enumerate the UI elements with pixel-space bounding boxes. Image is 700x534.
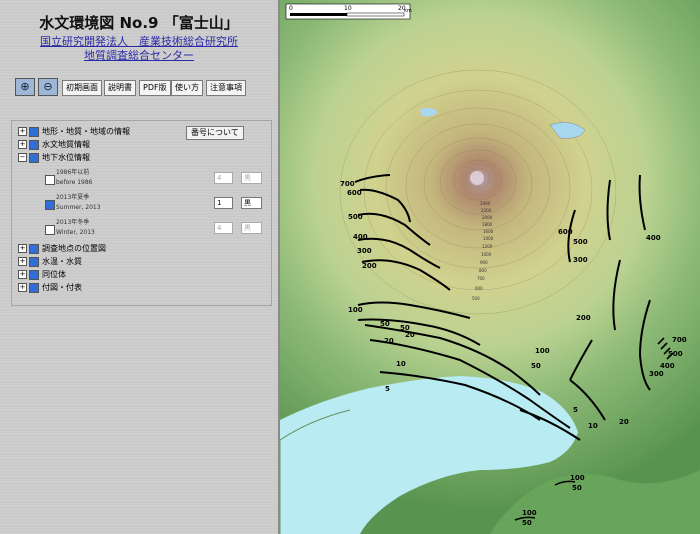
contour-label: 600 [347,189,362,197]
number-select[interactable]: 4 [214,222,233,234]
page-title: 水文環境図 No.9 「富士山」 [39,14,239,32]
scale-label: 0 [289,5,293,12]
contour-label: 5 [385,385,390,393]
contour-label: 700 [340,180,355,188]
layer-item[interactable]: + 調査地点の位置図 [18,243,106,255]
initial-view-button[interactable]: 初期画面 [62,80,102,96]
contour-label: 100 [570,474,585,482]
elev-label: 2000 [482,215,493,220]
sub-label-en: Winter, 2013 [56,229,95,236]
contour-label: 500 [573,238,588,246]
elev-label: 1800 [482,222,493,227]
elev-label: 2200 [481,208,492,213]
layer-item[interactable]: + 同位体 [18,269,66,281]
scale-label: 10 [344,5,352,12]
manual-button[interactable]: 説明書 [104,80,136,96]
contour-label: 100 [348,306,363,314]
contour-label: 50 [572,484,582,492]
zoom-out-icon: ⊖ [43,80,53,93]
collapse-icon[interactable]: − [18,153,27,162]
elev-label: 700 [477,276,485,281]
layer-item[interactable]: + 付図・付表 [18,282,82,294]
control-panel: 水文環境図 No.9 「富士山」 国立研究開発法人 産業技術総合研究所 地質調査… [0,0,278,534]
org-link-gsj[interactable]: 地質調査総合センター [0,47,278,63]
elev-label: 1000 [481,252,492,257]
number-select[interactable]: 1 [214,197,233,209]
contour-label: 400 [646,234,661,242]
color-select[interactable]: 黒 [241,172,262,184]
expand-icon[interactable]: + [18,140,27,149]
contour-label: 5 [573,406,578,414]
checkbox[interactable] [29,152,39,163]
layer-item[interactable]: − 地下水位情報 [18,152,90,164]
elev-label: 800 [479,268,487,273]
contour-label: 100 [522,509,537,517]
zoom-in-button[interactable]: ⊕ [15,78,35,96]
layer-item[interactable]: + 地形・地質・地域の情報 [18,126,130,138]
checkbox[interactable] [29,282,39,293]
checkbox[interactable] [29,139,39,150]
color-select[interactable]: 黒 [241,222,262,234]
contour-label: 10 [396,360,406,368]
layer-item[interactable]: + 水文地質情報 [18,139,90,151]
number-select[interactable]: 4 [214,172,233,184]
sub-label: 1986年以前 [56,169,90,176]
elev-label: 600 [475,286,483,291]
checkbox[interactable] [29,256,39,267]
zoom-out-button[interactable]: ⊖ [38,78,58,96]
hydro-map[interactable]: 0 10 20 km 700 600 500 400 300 200 100 5… [280,0,700,534]
expand-icon[interactable]: + [18,244,27,253]
expand-icon[interactable]: + [18,127,27,136]
contour-label: 300 [649,370,664,378]
pdf-button[interactable]: PDF版 [139,80,171,96]
elev-label: 500 [472,296,480,301]
checkbox[interactable] [29,126,39,137]
contour-label: 20 [384,337,394,345]
contour-label: 50 [522,519,532,527]
sub-label: 2013年冬季 [56,219,90,226]
contour-label: 600 [558,228,573,236]
contour-label: 200 [576,314,591,322]
sub-label-en: before 1986 [56,179,93,186]
checkbox-summer-2013[interactable] [45,200,55,210]
contour-label: 100 [535,347,550,355]
contour-label: 700 [672,336,687,344]
checkbox[interactable] [29,269,39,280]
contour-label: 400 [353,233,368,241]
elev-label: 1400 [483,236,494,241]
elev-label: 1200 [482,244,493,249]
elev-label: 900 [480,260,488,265]
checkbox-winter-2013[interactable] [45,225,55,235]
contour-label: 50 [380,320,390,328]
checkbox[interactable] [29,243,39,254]
expand-icon[interactable]: + [18,270,27,279]
sub-label-en: Summer, 2013 [56,204,101,211]
contour-label: 500 [668,350,683,358]
contour-label: 50 [531,362,541,370]
layer-tree: + 地形・地質・地域の情報 + 水文地質情報 − 地下水位情報 1986年以前 bef… [11,120,272,306]
contour-label: 200 [362,262,377,270]
contour-label: 20 [619,418,629,426]
notes-button[interactable]: 注意事項 [206,80,246,96]
scale-unit: km [404,8,412,14]
elev-label: 2400 [480,201,491,206]
zoom-in-icon: ⊕ [20,80,30,93]
color-select[interactable]: 黒 [241,197,262,209]
layer-item[interactable]: + 水温・水質 [18,256,82,268]
contour-label: 20 [405,331,415,339]
elev-label: 1600 [483,229,494,234]
expand-icon[interactable]: + [18,257,27,266]
summit-marker [470,171,484,185]
expand-icon[interactable]: + [18,283,27,292]
contour-label: 400 [660,362,675,370]
contour-label: 500 [348,213,363,221]
how-to-use-button[interactable]: 使い方 [171,80,203,96]
contour-label: 300 [357,247,372,255]
checkbox-before-1986[interactable] [45,175,55,185]
sub-label: 2013年夏季 [56,194,90,201]
contour-label: 10 [588,422,598,430]
contour-label: 300 [573,256,588,264]
